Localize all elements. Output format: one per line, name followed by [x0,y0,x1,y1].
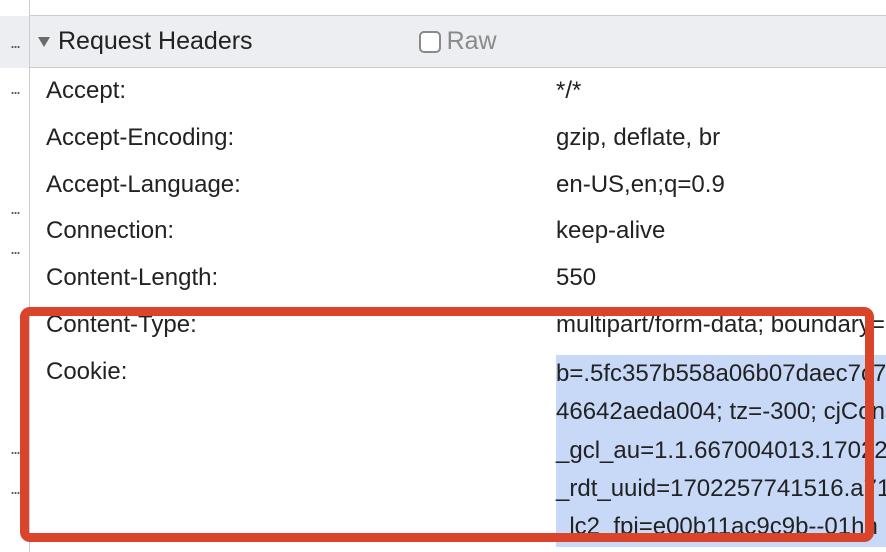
header-row: Connection: keep-alive [46,208,886,255]
request-headers-section[interactable]: Request Headers Raw [30,16,886,68]
gutter-cell-header: ... [0,16,29,68]
blank-spacer [30,0,886,16]
header-name: Content-Length: [46,261,556,296]
section-title: Request Headers [58,27,253,56]
gutter-cell: ... [0,428,29,468]
cookie-line: _rdt_uuid=1702257741516.a712 [556,470,886,508]
gutter-cell [0,108,29,148]
header-name: Content-Type: [46,308,556,343]
gutter-cell: ... [0,188,29,228]
raw-checkbox[interactable] [419,31,441,53]
raw-toggle[interactable]: Raw [419,27,497,56]
gutter-cell [0,388,29,428]
header-name: Accept-Encoding: [46,121,556,156]
request-list-gutter: ... ... ... ... ... ... [0,0,30,552]
headers-list: Accept: */* Accept-Encoding: gzip, defla… [30,68,886,552]
cookie-line: _gcl_au=1.1.667004013.170225 [556,432,886,470]
header-name: Cookie: [46,355,556,390]
cookie-line: 46642aeda004; tz=-300; cjCons [556,393,886,431]
header-value: multipart/form-data; boundary= [556,308,885,343]
header-value: */* [556,74,581,109]
gutter-cell [0,308,29,348]
header-row-cookie: Cookie: b=.5fc357b558a06b07daec7c7 46642… [46,349,886,552]
raw-label: Raw [447,27,497,56]
header-row: Accept: */* [46,68,886,115]
header-name: Accept-Language: [46,168,556,203]
cookie-value[interactable]: b=.5fc357b558a06b07daec7c7 46642aeda004;… [556,355,886,547]
header-row: Accept-Language: en-US,en;q=0.9 [46,162,886,209]
gutter-cell: ... [0,228,29,268]
header-name: Accept: [46,74,556,109]
header-name: Connection: [46,214,556,249]
header-value: 550 [556,261,596,296]
gutter-cell [0,268,29,308]
header-row: Content-Type: multipart/form-data; bound… [46,302,886,349]
gutter-cell [0,348,29,388]
cookie-line: _lc2_fpi=e00b11ac9c9b--01hh [556,508,886,546]
header-value: keep-alive [556,214,665,249]
disclosure-triangle-icon[interactable] [38,37,50,47]
gutter-cell [0,508,29,548]
header-row: Content-Length: 550 [46,255,886,302]
header-row: Accept-Encoding: gzip, deflate, br [46,115,886,162]
headers-panel: Request Headers Raw Accept: */* Accept-E… [30,0,886,552]
gutter-cell [0,0,29,16]
header-value: en-US,en;q=0.9 [556,168,725,203]
gutter-cell: ... [0,468,29,508]
cookie-line: b=.5fc357b558a06b07daec7c7 [556,355,886,393]
gutter-cell: ... [0,68,29,108]
gutter-cell [0,148,29,188]
header-value: gzip, deflate, br [556,121,720,156]
